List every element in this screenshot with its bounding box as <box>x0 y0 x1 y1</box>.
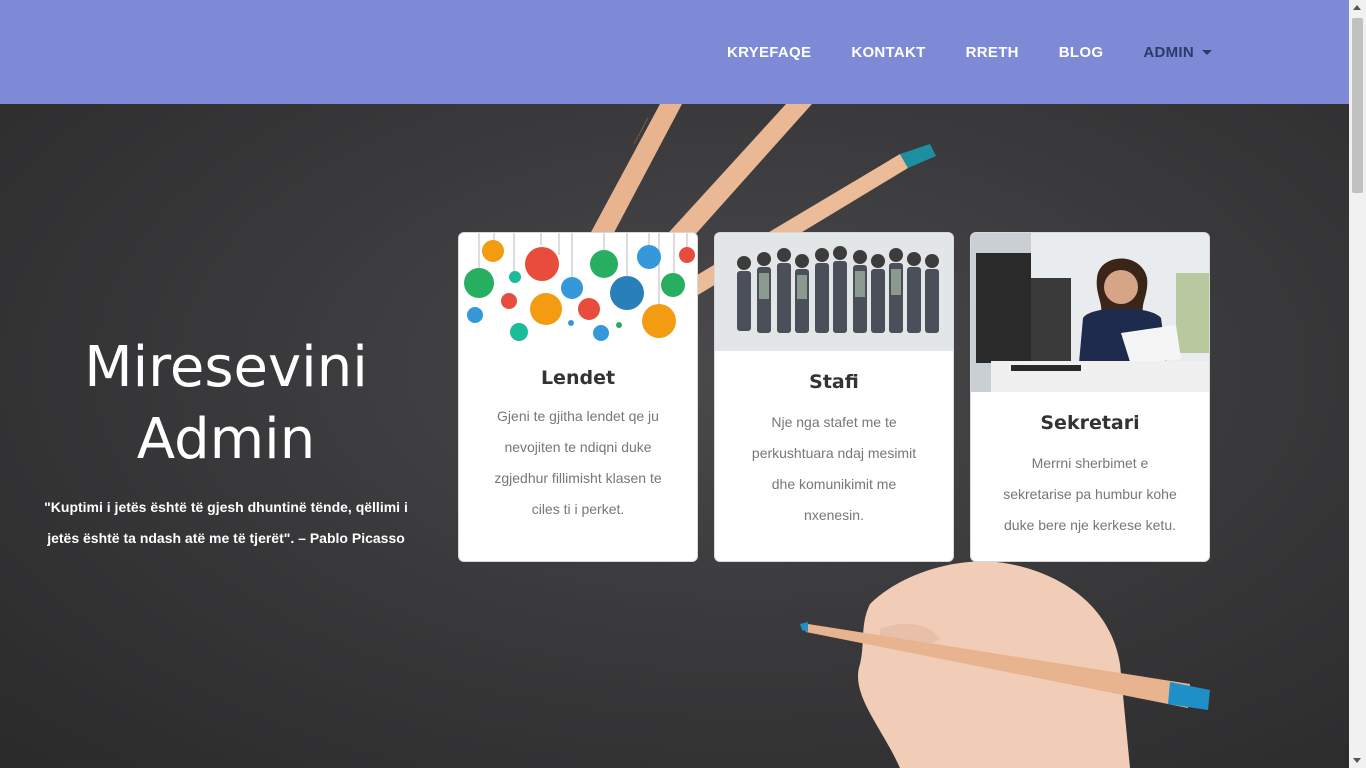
caret-down-icon <box>1202 49 1212 55</box>
card-lendet[interactable]: Lendet Gjeni te gjitha lendet qe ju nevo… <box>458 232 698 562</box>
card-stafi-image <box>715 233 953 351</box>
card-sekretari-image <box>971 233 1209 392</box>
card-lendet-title: Lendet <box>540 367 616 389</box>
scroll-up-arrow-icon[interactable] <box>1353 5 1361 10</box>
nav-rreth[interactable]: RRETH <box>966 44 1019 61</box>
card-lendet-text: Gjeni te gjitha lendet qe ju nevojiten t… <box>494 408 662 517</box>
card-sekretari-title: Sekretari <box>1040 412 1140 434</box>
nav-admin-dropdown[interactable]: ADMIN <box>1143 44 1212 61</box>
nav-blog[interactable]: BLOG <box>1059 44 1104 61</box>
card-sekretari-text: Merrni sherbimet e sekretarise pa humbur… <box>1003 455 1177 533</box>
hand-with-pencil-icon <box>800 561 1210 768</box>
nav-kryefaqe[interactable]: KRYEFAQE <box>727 44 811 61</box>
welcome-heading-block: Miresevini Admin <box>30 332 422 476</box>
card-stafi-title: Stafi <box>809 371 859 393</box>
scrollbar-thumb[interactable] <box>1352 18 1363 193</box>
welcome-title-line1: Miresevini <box>84 335 368 400</box>
welcome-title-line2: Admin <box>136 407 316 472</box>
nav-links: KRYEFAQE KONTAKT RRETH BLOG ADMIN <box>687 0 1212 104</box>
card-sekretari[interactable]: Sekretari Merrni sherbimet e sekretarise… <box>970 232 1210 562</box>
card-stafi-text: Nje nga stafet me te perkushtuara ndaj m… <box>751 414 917 523</box>
welcome-title: Miresevini Admin <box>30 332 422 476</box>
card-lendet-image <box>459 233 697 353</box>
hero-quote: "Kuptimi i jetës është të gjesh dhuntinë… <box>44 499 408 546</box>
secretary-photo-icon <box>971 233 1209 392</box>
navbar: KRYEFAQE KONTAKT RRETH BLOG ADMIN <box>0 0 1349 104</box>
staff-group-illustration-icon <box>737 246 939 333</box>
pencil-left-icon <box>590 104 682 244</box>
nav-admin-label: ADMIN <box>1143 43 1194 61</box>
scroll-down-arrow-icon[interactable] <box>1353 758 1361 763</box>
page-scrollbar[interactable] <box>1349 0 1366 768</box>
nav-kontakt[interactable]: KONTAKT <box>851 44 925 61</box>
card-stafi[interactable]: Stafi Nje nga stafet me te perkushtuara … <box>714 232 954 562</box>
subjects-icons-illustration-icon <box>464 233 695 341</box>
